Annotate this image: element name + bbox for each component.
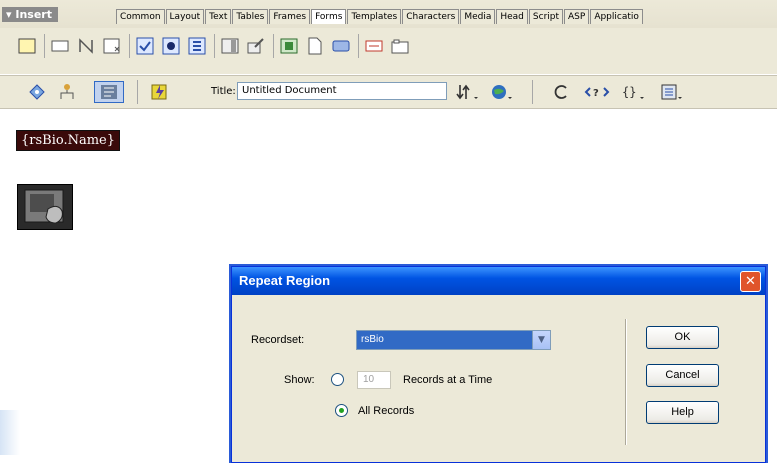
tab-templates[interactable]: Templates <box>347 9 402 24</box>
dynamic-text-placeholder[interactable]: {rsBio.Name} <box>16 130 121 151</box>
design-view-icon[interactable] <box>94 81 124 103</box>
tab-characters[interactable]: Characters <box>402 9 460 24</box>
svg-text:{}: {} <box>622 85 636 99</box>
toolbar-separator <box>137 80 138 104</box>
server-debug-icon[interactable]: ? <box>584 83 610 101</box>
label-icon[interactable] <box>365 37 383 55</box>
all-records-label: All Records <box>358 405 415 417</box>
ok-button[interactable]: OK <box>646 326 719 349</box>
tab-application[interactable]: Applicatio <box>590 9 643 24</box>
live-data-icon[interactable] <box>150 83 168 101</box>
close-icon[interactable]: ✕ <box>740 271 761 292</box>
recordset-label: Recordset: <box>251 334 305 346</box>
file-management-icon[interactable] <box>456 83 480 101</box>
records-at-a-time-radio[interactable] <box>331 373 344 386</box>
tab-media[interactable]: Media <box>460 9 496 24</box>
repeat-region-dialog: Repeat Region ✕ Recordset: rsBio ▼ Show:… <box>231 266 766 463</box>
code-view-icon[interactable] <box>28 83 46 101</box>
file-field-icon[interactable] <box>306 37 324 55</box>
tab-head[interactable]: Head <box>496 9 528 24</box>
toolbar-separator <box>129 34 130 58</box>
jump-menu-icon[interactable] <box>247 37 265 55</box>
form-icon[interactable] <box>18 37 36 55</box>
fieldset-icon[interactable] <box>391 37 409 55</box>
toolbar-separator <box>358 34 359 58</box>
view-options-icon[interactable] <box>660 83 686 101</box>
tab-asp[interactable]: ASP <box>564 9 590 24</box>
recordset-value: rsBio <box>361 334 384 345</box>
server-behavior-image-placeholder[interactable] <box>17 184 73 230</box>
split-view-icon[interactable] <box>58 83 76 101</box>
image-field-icon[interactable] <box>280 37 298 55</box>
insert-bar: ▾ Insert Common Layout Text Tables Frame… <box>0 0 777 74</box>
records-count-value: 10 <box>363 374 375 385</box>
svg-text:?: ? <box>593 88 599 99</box>
chevron-down-icon[interactable]: ▼ <box>532 331 550 349</box>
left-edge-decoration <box>0 410 20 455</box>
button-icon[interactable] <box>332 37 350 55</box>
show-label: Show: <box>284 374 315 386</box>
toolbar-separator <box>214 34 215 58</box>
document-toolbar: Title: Untitled Document ? {} <box>0 75 777 109</box>
text-field-icon[interactable] <box>51 37 69 55</box>
forms-icon-row <box>0 30 777 62</box>
dialog-title: Repeat Region <box>239 273 331 288</box>
records-at-a-time-label: Records at a Time <box>403 374 493 386</box>
title-label: Title: <box>211 86 236 97</box>
insert-tabs: Common Layout Text Tables Frames Forms T… <box>116 9 644 24</box>
list-menu-icon[interactable] <box>221 37 239 55</box>
insert-tab-row: ▾ Insert Common Layout Text Tables Frame… <box>0 0 777 28</box>
preview-in-browser-icon[interactable] <box>490 83 514 101</box>
hidden-field-icon[interactable] <box>77 37 95 55</box>
tab-script[interactable]: Script <box>528 9 564 24</box>
document-title-input[interactable]: Untitled Document <box>237 82 447 100</box>
tab-frames[interactable]: Frames <box>269 9 311 24</box>
textarea-icon[interactable] <box>103 37 121 55</box>
radio-button-icon[interactable] <box>162 37 180 55</box>
dialog-titlebar[interactable]: Repeat Region ✕ <box>232 267 765 295</box>
help-button[interactable]: Help <box>646 401 719 424</box>
cancel-button[interactable]: Cancel <box>646 364 719 387</box>
dialog-separator <box>625 319 627 445</box>
code-navigation-icon[interactable]: {} <box>622 83 648 101</box>
toolbar-separator <box>273 34 274 58</box>
tab-tables[interactable]: Tables <box>232 9 269 24</box>
radio-group-icon[interactable] <box>188 37 206 55</box>
insert-menu-label[interactable]: ▾ Insert <box>2 7 58 22</box>
insert-label-text: Insert <box>15 8 52 21</box>
toolbar-separator <box>44 34 45 58</box>
document-title-value: Untitled Document <box>242 85 337 96</box>
refresh-icon[interactable] <box>552 83 570 101</box>
tab-forms[interactable]: Forms <box>311 9 347 24</box>
tab-common[interactable]: Common <box>116 9 165 24</box>
toolbar-separator <box>532 80 533 104</box>
recordset-select[interactable]: rsBio ▼ <box>356 330 551 350</box>
all-records-radio[interactable] <box>335 404 348 417</box>
records-count-input[interactable]: 10 <box>357 371 391 389</box>
tab-text[interactable]: Text <box>205 9 232 24</box>
tab-layout[interactable]: Layout <box>165 9 205 24</box>
checkbox-icon[interactable] <box>136 37 154 55</box>
